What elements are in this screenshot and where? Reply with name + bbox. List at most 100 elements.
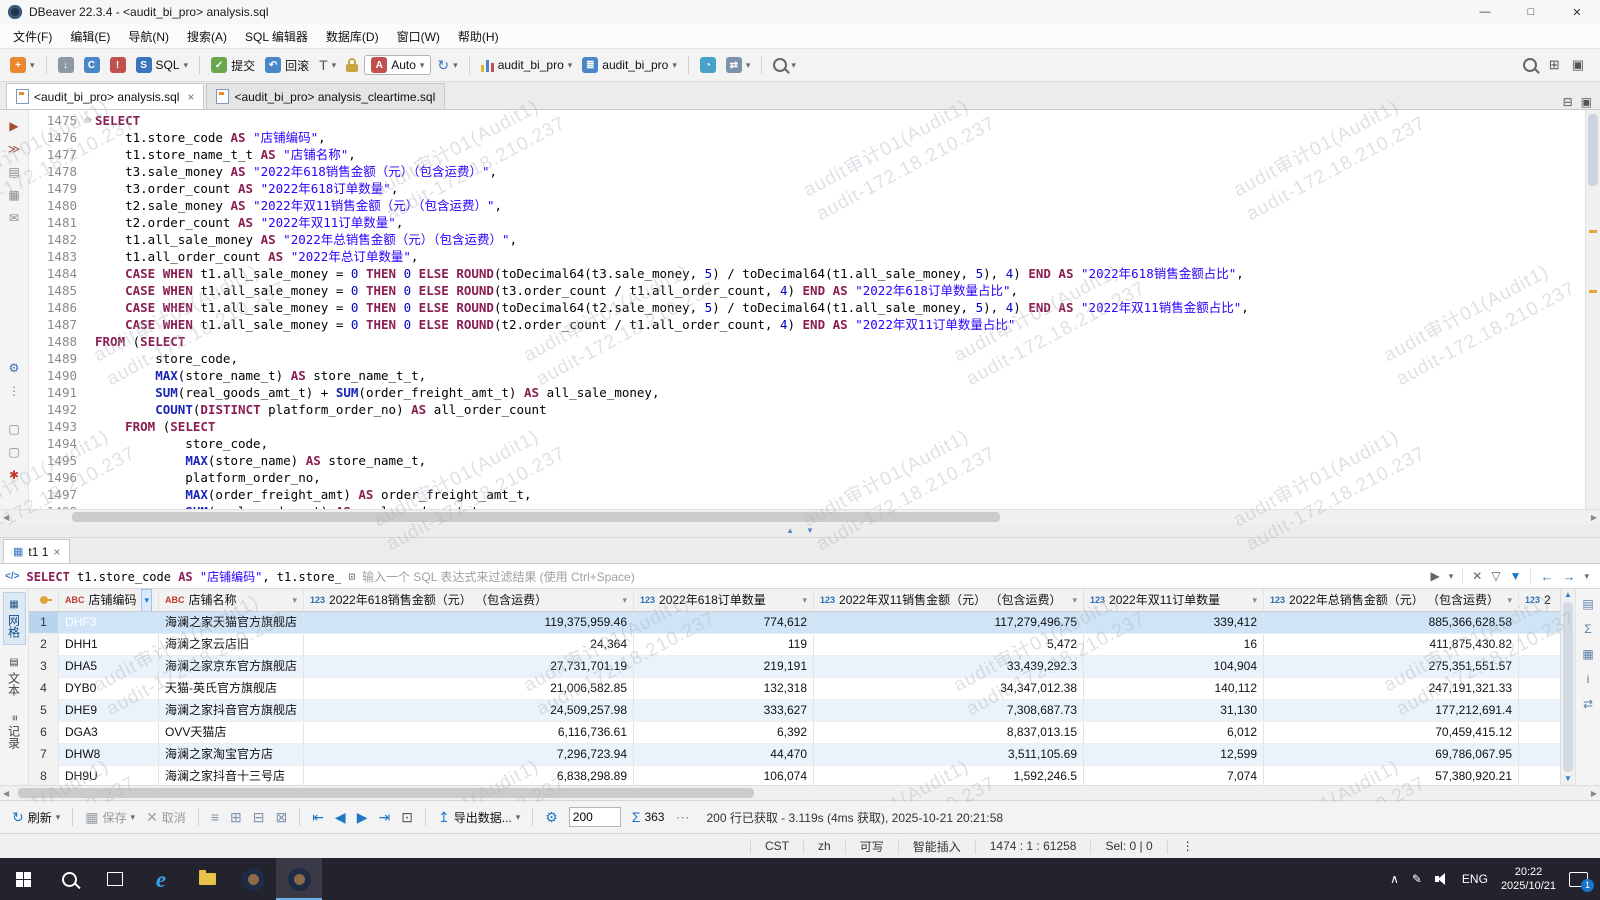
query-log-button[interactable]: ▦ bbox=[5, 187, 23, 203]
cell[interactable]: 34,347,012.38 bbox=[814, 678, 1084, 699]
filter-config-icon[interactable]: ▽ bbox=[1491, 569, 1500, 583]
taskbar-search-button[interactable] bbox=[46, 858, 92, 900]
cell[interactable]: 6,838,298.89 bbox=[304, 766, 634, 785]
new-sql-editor-button-dropdown[interactable]: ▾ bbox=[30, 60, 35, 71]
row-number[interactable]: 5 bbox=[29, 700, 59, 721]
editor-settings-button[interactable]: ⚙ bbox=[5, 360, 23, 376]
save-button[interactable]: ↓ bbox=[54, 55, 78, 75]
cell[interactable]: 6,392 bbox=[634, 722, 814, 743]
cell[interactable]: 1,592,246.5 bbox=[814, 766, 1084, 785]
cell[interactable] bbox=[1519, 678, 1560, 699]
cell[interactable]: 12,599 bbox=[1084, 744, 1264, 765]
input-language[interactable]: ENG bbox=[1462, 872, 1488, 886]
scrollbar-thumb[interactable] bbox=[1563, 602, 1573, 772]
cell[interactable]: 411,875,430.82 bbox=[1264, 634, 1519, 655]
cell[interactable]: 140,112 bbox=[1084, 678, 1264, 699]
commit-button[interactable]: ✓ 提交 bbox=[207, 55, 259, 76]
cell[interactable]: 海澜之家抖音十三号店 bbox=[159, 766, 304, 785]
cell[interactable] bbox=[1519, 612, 1560, 633]
status-overflow[interactable]: ⋯ bbox=[671, 808, 693, 826]
new-sql-editor-button[interactable]: + ▾ bbox=[6, 55, 39, 75]
filter-dropdown-icon[interactable]: ▾ bbox=[1449, 571, 1454, 582]
scroll-up-icon[interactable]: ▲ bbox=[1564, 591, 1572, 599]
menu-item-3[interactable]: 搜索(A) bbox=[178, 24, 236, 48]
results-view-tab-0[interactable]: ▦ 网格 bbox=[2, 592, 26, 645]
start-button[interactable] bbox=[0, 858, 46, 900]
cell[interactable]: 117,279,496.75 bbox=[814, 612, 1084, 633]
filter-history-forward-icon[interactable]: → bbox=[1562, 569, 1575, 584]
first-page-button[interactable]: ⇤ bbox=[308, 808, 328, 826]
cell[interactable]: 219,191 bbox=[634, 656, 814, 677]
cell[interactable]: 海澜之家淘宝官方店 bbox=[159, 744, 304, 765]
column-filter-dropdown[interactable]: ▾ bbox=[292, 590, 297, 611]
connection-combo-dropdown[interactable]: ▾ bbox=[568, 60, 573, 71]
refresh-button-dropdown[interactable]: ▾ bbox=[56, 812, 61, 823]
column-header-2[interactable]: 123 2022年618销售金额（元） （包含运费） ▾ bbox=[304, 589, 634, 611]
cell[interactable]: 177,212,691.4 bbox=[1264, 700, 1519, 721]
cell[interactable] bbox=[1519, 766, 1560, 785]
column-header-3[interactable]: 123 2022年618订单数量 ▾ bbox=[634, 589, 814, 611]
export-data-button[interactable]: ↥ 导出数据... ▾ bbox=[434, 807, 524, 828]
connect-button[interactable]: C bbox=[80, 55, 104, 75]
scrollbar-thumb[interactable] bbox=[1588, 114, 1598, 186]
column-filter-dropdown[interactable]: ▾ bbox=[802, 590, 807, 611]
save-results-button-dropdown[interactable]: ▾ bbox=[131, 812, 136, 823]
menu-item-0[interactable]: 文件(F) bbox=[4, 24, 61, 48]
cell[interactable]: 6,012 bbox=[1084, 722, 1264, 743]
cell[interactable]: 104,904 bbox=[1084, 656, 1264, 677]
results-view-tab-2[interactable]: ≡ 记录 bbox=[3, 708, 26, 756]
task-view-button[interactable] bbox=[92, 858, 138, 900]
cell[interactable]: 31,130 bbox=[1084, 700, 1264, 721]
search-db-button-dropdown[interactable]: ▾ bbox=[791, 60, 796, 71]
filter-history-back-icon[interactable]: ← bbox=[1540, 569, 1553, 584]
calc-panel-icon[interactable]: Σ bbox=[1579, 621, 1597, 637]
more-options-button[interactable]: ⋮ bbox=[5, 383, 23, 399]
column-header-7[interactable]: 1232▾ bbox=[1519, 589, 1560, 611]
cell[interactable]: 119 bbox=[634, 634, 814, 655]
close-button[interactable]: ✕ bbox=[1554, 0, 1600, 24]
cell[interactable] bbox=[1519, 634, 1560, 655]
cell[interactable]: DHE9 bbox=[59, 700, 159, 721]
cell[interactable]: 7,296,723.94 bbox=[304, 744, 634, 765]
network-button-dropdown[interactable]: ▾ bbox=[746, 60, 751, 71]
cell[interactable] bbox=[1519, 744, 1560, 765]
rollback-button[interactable]: ↶ 回滚 bbox=[261, 55, 313, 76]
grid-panel-icon[interactable]: ▤ bbox=[1579, 596, 1597, 612]
filter-input[interactable]: 输入一个 SQL 表达式来过滤结果 (使用 Ctrl+Space) bbox=[362, 568, 1423, 585]
lock-button[interactable] bbox=[342, 56, 362, 74]
row-number[interactable]: 4 bbox=[29, 678, 59, 699]
cell[interactable]: 70,459,415.12 bbox=[1264, 722, 1519, 743]
cell[interactable]: 3,511,105.69 bbox=[814, 744, 1084, 765]
filter-history-dropdown-icon[interactable]: ▾ bbox=[1584, 571, 1589, 582]
cell[interactable]: 16 bbox=[1084, 634, 1264, 655]
cell[interactable]: 33,439,292.3 bbox=[814, 656, 1084, 677]
maximize-button[interactable]: □ bbox=[1508, 0, 1554, 24]
row-number[interactable]: 1 bbox=[29, 612, 59, 633]
connection-combo[interactable]: audit_bi_pro ▾ bbox=[477, 56, 577, 74]
menu-item-2[interactable]: 导航(N) bbox=[119, 24, 178, 48]
close-tab-icon[interactable]: × bbox=[53, 545, 60, 559]
scrollbar-thumb[interactable] bbox=[18, 788, 754, 798]
column-header-0[interactable]: ABC 店铺编码 ▾ bbox=[59, 589, 159, 611]
cell[interactable]: 21,006,582.85 bbox=[304, 678, 634, 699]
disconnect-button[interactable]: ! bbox=[106, 55, 130, 75]
cell[interactable]: 774,612 bbox=[634, 612, 814, 633]
sql-mode-button-dropdown[interactable]: ▾ bbox=[184, 60, 189, 71]
dashboard-button[interactable]: ◔ bbox=[696, 55, 720, 75]
grid-vertical-scrollbar[interactable]: ▲ ▼ bbox=[1560, 589, 1575, 785]
cell[interactable]: 7,074 bbox=[1084, 766, 1264, 785]
column-header-4[interactable]: 123 2022年双11销售金额（元） （包含运费） ▾ bbox=[814, 589, 1084, 611]
commit-mode-combo[interactable]: A Auto ▾ bbox=[364, 55, 432, 75]
add-row-button[interactable]: ⊞ bbox=[226, 808, 246, 826]
funnel-icon[interactable]: ▼ bbox=[1510, 569, 1522, 583]
clock[interactable]: 20:22 2025/10/21 bbox=[1501, 865, 1556, 894]
execute-statement-button[interactable]: ▶ bbox=[5, 118, 23, 134]
panel-settings-button[interactable]: ⚙ bbox=[541, 808, 562, 826]
close-tab-icon[interactable]: × bbox=[187, 90, 194, 104]
schema-combo[interactable]: ≣ audit_bi_pro ▾ bbox=[578, 55, 681, 75]
cell[interactable]: 106,074 bbox=[634, 766, 814, 785]
column-filter-dropdown[interactable]: ▾ bbox=[622, 590, 627, 611]
cell[interactable]: 275,351,551.57 bbox=[1264, 656, 1519, 677]
cell[interactable]: 6,116,736.61 bbox=[304, 722, 634, 743]
custom-filter-icon[interactable]: </> bbox=[5, 571, 19, 582]
